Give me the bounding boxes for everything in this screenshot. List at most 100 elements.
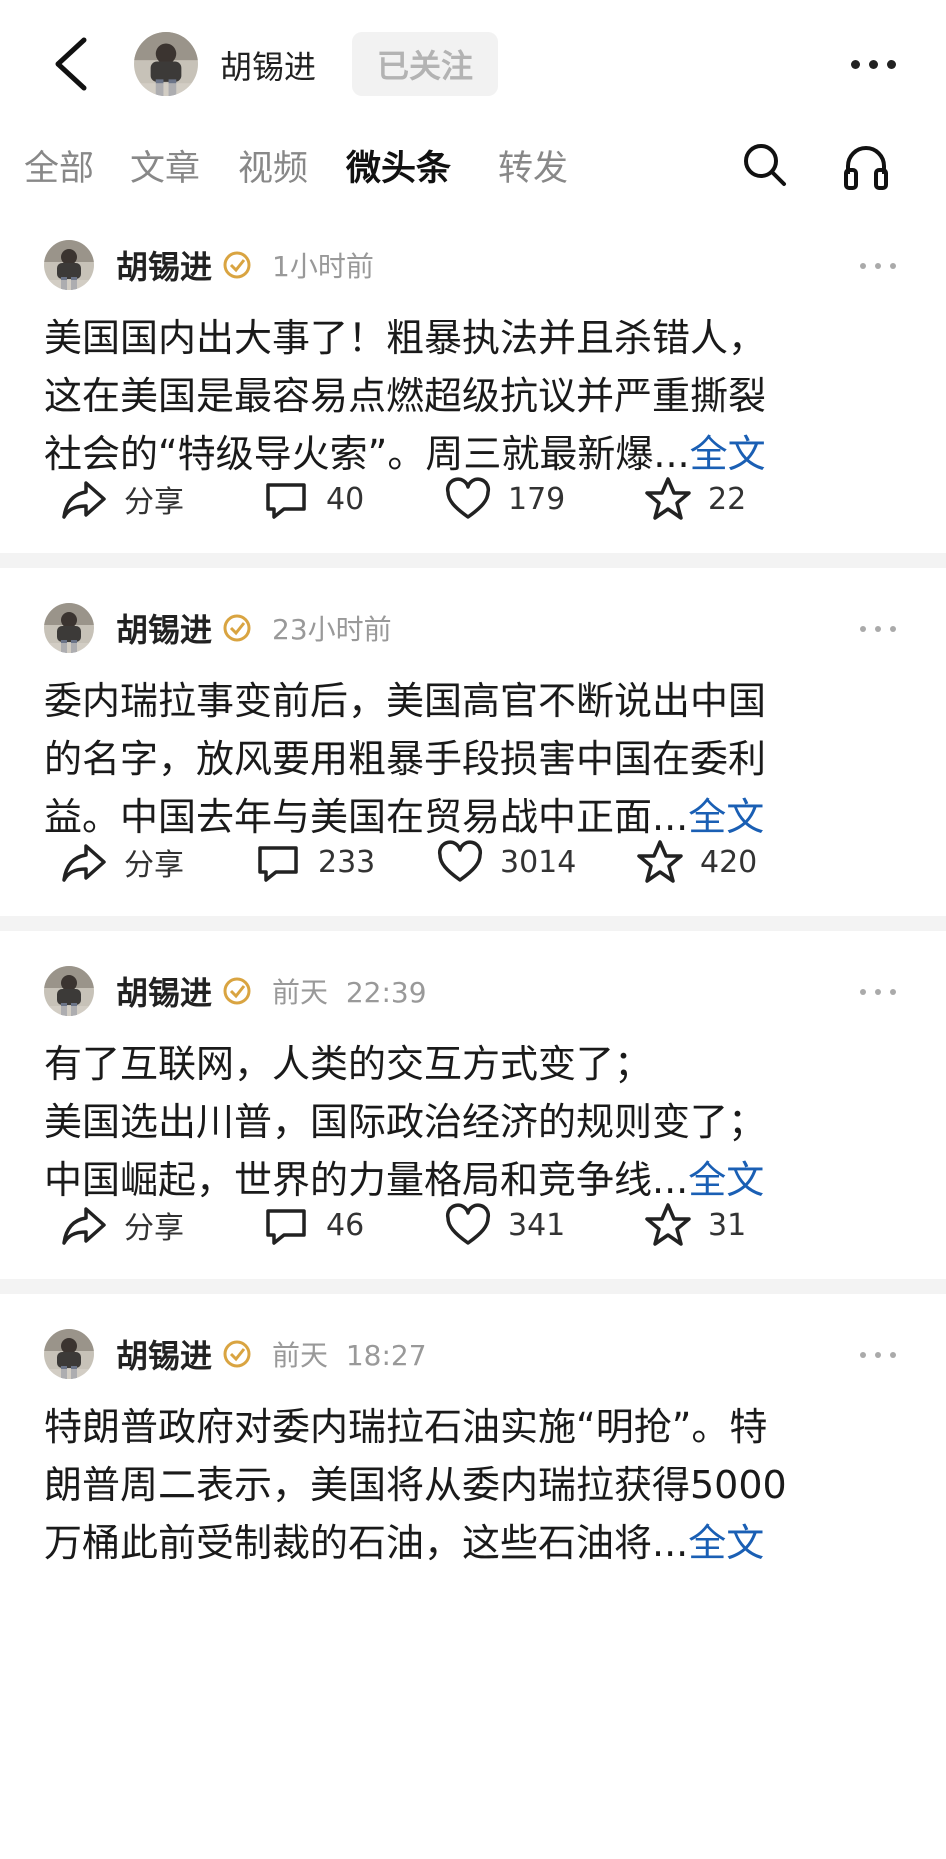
post-text-line: 这在美国是最容易点燃超级抗议并严重撕裂 bbox=[44, 374, 767, 418]
share-label: 分享 bbox=[124, 485, 184, 520]
comment-icon bbox=[266, 483, 306, 519]
post-time: 1小时前 bbox=[272, 250, 374, 283]
tab-all[interactable]: 全部 bbox=[24, 140, 94, 191]
post-text-line: 社会的“特级导火索”。周三就最新爆... bbox=[44, 432, 690, 476]
post-header: 胡锡进 前天 18:27 bbox=[44, 1326, 427, 1382]
post-more-icon[interactable] bbox=[860, 626, 896, 632]
headphones-icon[interactable] bbox=[842, 140, 890, 192]
share-button[interactable]: 分享 bbox=[60, 838, 184, 886]
post-text-line: 美国选出川普，国际政治经济的规则变了； bbox=[44, 1100, 767, 1144]
post-header: 胡锡进 1小时前 bbox=[44, 237, 374, 293]
post-text-line: 特朗普政府对委内瑞拉石油实施“明抢”。特 bbox=[44, 1405, 768, 1449]
tab-articles[interactable]: 文章 bbox=[130, 140, 200, 191]
avatar[interactable] bbox=[44, 240, 94, 290]
post-text-line: 有了互联网，人类的交互方式变了； bbox=[44, 1042, 653, 1086]
author-name[interactable]: 胡锡进 bbox=[220, 42, 316, 88]
avatar[interactable] bbox=[44, 1329, 94, 1379]
favorite-count: 420 bbox=[700, 844, 758, 880]
full-text-link[interactable]: 全文 bbox=[688, 1521, 764, 1565]
post-content[interactable]: 美国国内出大事了！粗暴执法并且杀错人， 这在美国是最容易点燃超级抗议并严重撕裂 … bbox=[44, 309, 906, 483]
share-button[interactable]: 分享 bbox=[60, 475, 184, 523]
comment-button[interactable]: 46 bbox=[262, 1201, 364, 1249]
avatar[interactable] bbox=[44, 966, 94, 1016]
tab-videos[interactable]: 视频 bbox=[238, 140, 308, 191]
star-icon bbox=[645, 1203, 691, 1246]
like-button[interactable]: 3014 bbox=[436, 838, 576, 886]
favorite-count: 22 bbox=[708, 481, 747, 517]
post-time: 前天 22:39 bbox=[272, 976, 427, 1009]
share-button[interactable]: 分享 bbox=[60, 1201, 184, 1249]
post-header: 胡锡进 前天 22:39 bbox=[44, 963, 427, 1019]
full-text-link[interactable]: 全文 bbox=[688, 1158, 764, 1202]
post-text-line: 万桶此前受制裁的石油，这些石油将... bbox=[44, 1521, 689, 1565]
back-arrow-icon[interactable] bbox=[48, 36, 96, 92]
profile-header: 胡锡进 已关注 bbox=[0, 0, 946, 130]
share-icon bbox=[62, 1207, 106, 1245]
content-tabs: 全部 文章 视频 微头条 转发 bbox=[0, 130, 946, 200]
tab-reposts[interactable]: 转发 bbox=[498, 140, 568, 191]
comment-count: 40 bbox=[326, 481, 365, 517]
search-icon[interactable] bbox=[740, 140, 788, 188]
post-author[interactable]: 胡锡进 bbox=[116, 242, 212, 288]
star-icon bbox=[637, 840, 683, 883]
favorite-button[interactable]: 22 bbox=[644, 475, 746, 523]
verified-badge-icon bbox=[223, 977, 251, 1005]
post-content[interactable]: 有了互联网，人类的交互方式变了； 美国选出川普，国际政治经济的规则变了； 中国崛… bbox=[44, 1035, 906, 1209]
heart-icon bbox=[445, 477, 491, 519]
post-author[interactable]: 胡锡进 bbox=[116, 1331, 212, 1377]
post-actions: 分享 233 3014 420 bbox=[0, 838, 946, 902]
post-card[interactable]: 胡锡进 1小时前 美国国内出大事了！粗暴执法并且杀错人， 这在美国是最容易点燃超… bbox=[0, 205, 946, 553]
post-author[interactable]: 胡锡进 bbox=[116, 968, 212, 1014]
favorite-button[interactable]: 31 bbox=[644, 1201, 746, 1249]
more-options-icon[interactable] bbox=[851, 60, 896, 69]
post-author[interactable]: 胡锡进 bbox=[116, 605, 212, 651]
share-label: 分享 bbox=[124, 848, 184, 883]
author-avatar[interactable] bbox=[134, 32, 198, 96]
share-label: 分享 bbox=[124, 1211, 184, 1246]
star-icon bbox=[645, 477, 691, 520]
favorite-button[interactable]: 420 bbox=[636, 838, 757, 886]
verified-badge-icon bbox=[223, 614, 251, 642]
top-bar: 胡锡进 已关注 全部 文章 视频 微头条 转发 bbox=[0, 0, 946, 225]
post-header: 胡锡进 23小时前 bbox=[44, 600, 392, 656]
share-icon bbox=[62, 844, 106, 882]
verified-badge-icon bbox=[223, 251, 251, 279]
like-button[interactable]: 179 bbox=[444, 475, 565, 523]
post-card[interactable]: 胡锡进 前天 18:27 特朗普政府对委内瑞拉石油实施“明抢”。特 朗普周二表示… bbox=[0, 1294, 946, 1859]
favorite-count: 31 bbox=[708, 1207, 747, 1243]
post-text-line: 委内瑞拉事变前后，美国高官不断说出中国 bbox=[44, 679, 767, 723]
post-text-line: 朗普周二表示，美国将从委内瑞拉获得5000 bbox=[44, 1463, 787, 1507]
post-more-icon[interactable] bbox=[860, 989, 896, 995]
like-button[interactable]: 341 bbox=[444, 1201, 565, 1249]
post-text-line: 的名字，放风要用粗暴手段损害中国在委利 bbox=[44, 737, 767, 781]
full-text-link[interactable]: 全文 bbox=[690, 432, 766, 476]
like-count: 341 bbox=[508, 1207, 566, 1243]
post-text-line: 益。中国去年与美国在贸易战中正面... bbox=[44, 795, 689, 839]
comment-button[interactable]: 40 bbox=[262, 475, 364, 523]
post-text-line: 美国国内出大事了！粗暴执法并且杀错人， bbox=[44, 316, 767, 360]
comment-icon bbox=[258, 846, 298, 882]
heart-icon bbox=[445, 1203, 491, 1245]
post-more-icon[interactable] bbox=[860, 1352, 896, 1358]
post-time: 前天 18:27 bbox=[272, 1339, 427, 1372]
post-more-icon[interactable] bbox=[860, 263, 896, 269]
post-content[interactable]: 委内瑞拉事变前后，美国高官不断说出中国 的名字，放风要用粗暴手段损害中国在委利 … bbox=[44, 672, 906, 846]
post-time: 23小时前 bbox=[272, 613, 392, 646]
post-card[interactable]: 胡锡进 23小时前 委内瑞拉事变前后，美国高官不断说出中国 的名字，放风要用粗暴… bbox=[0, 568, 946, 916]
comment-icon bbox=[266, 1209, 306, 1245]
post-actions: 分享 40 179 22 bbox=[0, 475, 946, 539]
like-count: 179 bbox=[508, 481, 566, 517]
comment-button[interactable]: 233 bbox=[254, 838, 375, 886]
post-content[interactable]: 特朗普政府对委内瑞拉石油实施“明抢”。特 朗普周二表示，美国将从委内瑞拉获得50… bbox=[44, 1398, 906, 1572]
post-actions: 分享 46 341 31 bbox=[0, 1201, 946, 1265]
tab-micro-posts[interactable]: 微头条 bbox=[346, 140, 451, 191]
full-text-link[interactable]: 全文 bbox=[688, 795, 764, 839]
comment-count: 233 bbox=[318, 844, 376, 880]
like-count: 3014 bbox=[500, 844, 577, 880]
share-icon bbox=[62, 481, 106, 519]
comment-count: 46 bbox=[326, 1207, 365, 1243]
post-card[interactable]: 胡锡进 前天 22:39 有了互联网，人类的交互方式变了； 美国选出川普，国际政… bbox=[0, 931, 946, 1279]
heart-icon bbox=[437, 840, 483, 882]
follow-button[interactable]: 已关注 bbox=[352, 32, 498, 96]
avatar[interactable] bbox=[44, 603, 94, 653]
